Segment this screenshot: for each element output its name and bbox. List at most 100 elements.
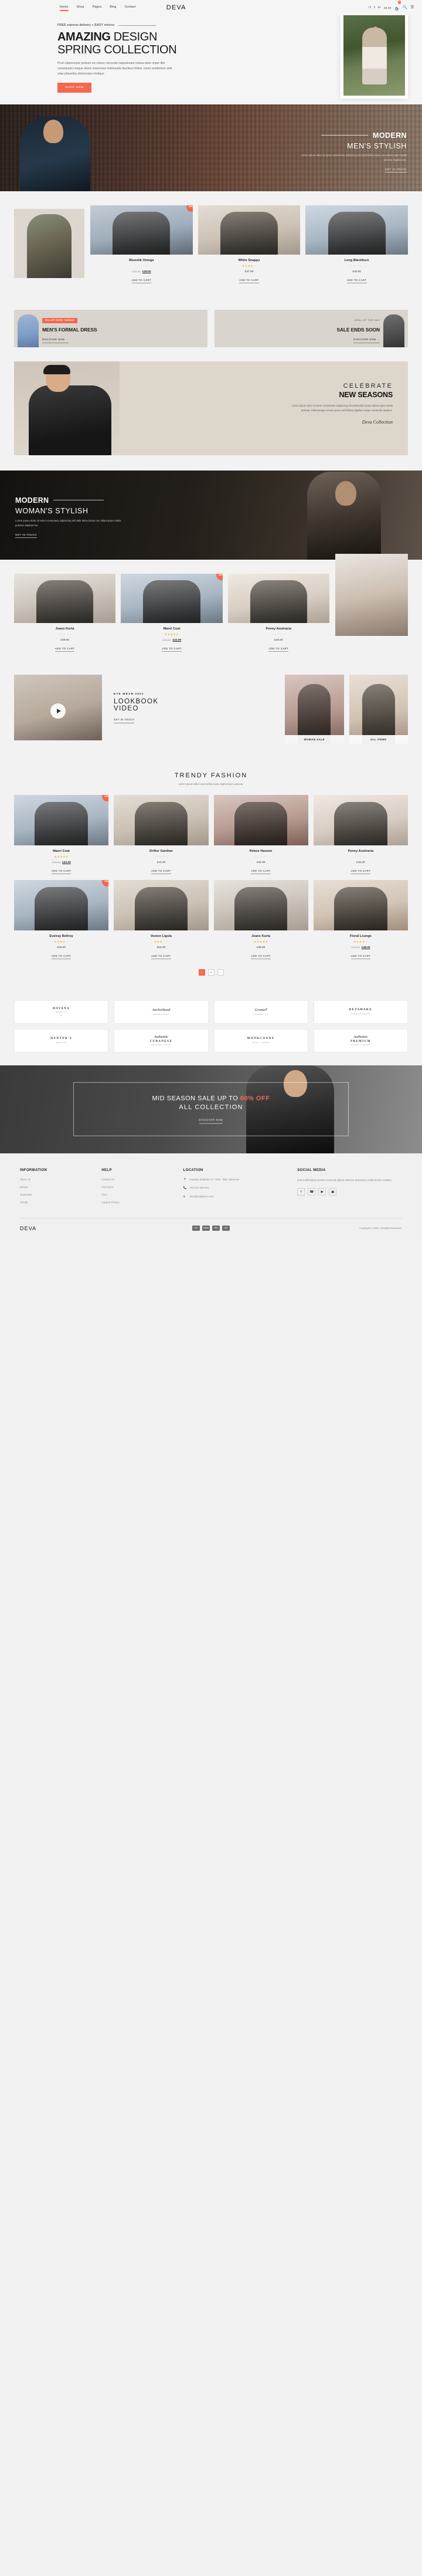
brand-logo[interactable]: Authentic PREMIUM QUALITY GOODS [313,1028,408,1052]
product-image[interactable]: Sale! [14,794,109,845]
product-image[interactable] [227,573,329,623]
brand-logo[interactable]: HAVANA WEAR CO 02 [14,1000,109,1024]
product-image[interactable] [213,879,308,930]
product-image[interactable] [14,573,116,623]
lookbook-card[interactable]: ALL ITEMS [349,674,408,744]
mid-season-cta[interactable]: DISCOVER NOW [199,1119,223,1124]
brand-logo[interactable]: MONKCOONE BAGS • SHOES [213,1028,308,1052]
brand-logos: HAVANA WEAR CO 02 Anchorhead ESTABLISHED Grom… [0,989,422,1065]
product-card[interactable]: Jeans Kurta ☆☆☆☆☆ £39.00 ADD TO CART [14,573,116,652]
brand-logo[interactable]: Authentic CUBANESE ORIGINAL SINCE [114,1028,209,1052]
product-card[interactable]: Penny Austracia ☆☆☆☆☆ £46.00 ADD TO CART [227,573,329,652]
product-card[interactable]: Long Blackhure ☆☆☆☆☆ £32.00 ADD TO CART [305,205,409,284]
promo-banner[interactable]: DEAL OF THE DAY SALE ENDS SOON DISCOVER NO… [215,309,408,347]
add-to-cart-button[interactable]: ADD TO CART [350,869,371,874]
nav-item-pages[interactable]: Pages [93,5,102,11]
brand-subtitle: PREMIUM BRAND [350,1012,371,1015]
footer-link[interactable]: Trends [20,1201,92,1204]
promo-cta[interactable]: DISCOVER NOW → [353,338,380,344]
twitter-icon[interactable]: 𝕥 [374,6,375,9]
play-icon[interactable] [50,703,66,719]
women-banner-cta[interactable]: GET IN TOUCH [15,533,37,539]
product-card[interactable]: Sale!Maori Coat★★★★★£50.00£42.00ADD TO C… [14,794,109,875]
brand-logo[interactable]: HUNTER'S WEAR CO [14,1028,109,1052]
brand-logo[interactable]: Gromell APPAREL CO [213,1000,308,1024]
product-card[interactable]: Jeans Kurta ★★★★★ £39.00 ADD TO CART [213,879,308,960]
product-price: £32.00 [352,270,362,273]
add-to-cart-button[interactable]: ADD TO CART [151,869,171,874]
add-to-cart-button[interactable]: ADD TO CART [151,954,171,959]
add-to-cart-button[interactable]: ADD TO CART [51,869,72,874]
product-card[interactable]: Penny Austracia ☆☆☆☆☆ £46.00 ADD TO CART [313,794,408,875]
facebook-icon[interactable]: f [368,6,371,9]
product-name: Jeans Kurta [55,627,74,631]
lookbook-video[interactable] [14,674,102,740]
brand-logo[interactable]: Anchorhead ESTABLISHED [114,1000,209,1024]
footer-link[interactable]: Guarantee [20,1193,92,1196]
product-card[interactable]: Veston Ligula ★★★☆☆ £52.00 ADD TO CART [114,879,209,960]
add-to-cart-button[interactable]: ADD TO CART [251,954,271,959]
product-image[interactable] [198,205,301,255]
add-to-cart-button[interactable]: ADD TO CART [239,279,259,283]
product-card[interactable]: Sale! Bluestik Omega ☆☆☆☆☆ £35.00£29.00 ADD … [90,205,193,284]
product-image[interactable]: Sale! [90,205,193,255]
product-image[interactable] [305,205,409,255]
promo-cta[interactable]: DISCOVER NOW → [42,338,69,344]
footer-phone[interactable]: +62 212-345-321 [190,1186,209,1190]
footer-link[interactable]: About Us [20,1178,92,1181]
nav-item-blog[interactable]: Blog [110,5,116,11]
nav-item-contact[interactable]: Contact [124,5,135,11]
shop-now-button[interactable]: SHOP NOW [57,82,92,93]
footer-link[interactable]: Term [101,1193,173,1196]
product-card[interactable]: Rebox Hansen ☆☆☆☆☆ £34.00 ADD TO CART [213,794,308,875]
page-button[interactable]: → [217,969,224,976]
product-image[interactable] [114,794,209,845]
footer-link[interactable]: Find Store [101,1186,173,1189]
search-icon[interactable]: 🔍 [403,6,407,9]
facebook-icon[interactable]: f [297,1188,305,1196]
lookbook-card[interactable]: WOMAN SALE [285,674,344,744]
product-card[interactable]: Floral Lounge ★★★★☆ £55.00 £48.00 ADD TO CAR… [313,879,408,960]
add-to-cart-button[interactable]: ADD TO CART [131,279,152,283]
footer-email[interactable]: deva@mailstore.com [190,1195,213,1199]
product-image[interactable]: Sale! [14,879,109,930]
site-logo[interactable]: DEVA [166,4,186,11]
lookbook-cta[interactable]: GET IN TOUCH [114,718,135,724]
add-to-cart-button[interactable]: ADD TO CART [55,647,75,652]
product-card[interactable]: Drifter Gardian ☆☆☆☆☆ £44.00 ADD TO CART [114,794,209,875]
youtube-icon[interactable]: ▶ [318,1188,326,1196]
footer-link[interactable]: Legal & Privacy [101,1201,173,1204]
linkedin-icon[interactable]: in [378,6,380,9]
product-image[interactable] [313,794,408,845]
page-button[interactable]: 1 [198,969,205,976]
product-image[interactable] [114,879,209,930]
product-image[interactable] [313,879,408,930]
nav-item-shop[interactable]: Shop [77,5,84,11]
promo-banner[interactable]: 50% OFF EVERY TUESDAY MEN'S FORMAL DRESS D… [14,309,207,347]
nav-item-home[interactable]: Home [60,5,69,11]
celebrate-image [14,361,120,455]
footer-link[interactable]: Contact Us [101,1178,173,1181]
men-banner-cta[interactable]: GET IN TOUCH [385,168,407,172]
footer-logo[interactable]: DEVA [20,1226,147,1231]
hamburger-icon[interactable]: ☰ [411,6,414,9]
product-card[interactable]: White Snappy ★★★★☆ £37.00 ADD TO CART [198,205,301,284]
product-rating: ☆☆☆☆☆ [134,264,149,268]
instagram-icon[interactable]: ▣ [329,1188,337,1196]
whatsapp-icon[interactable]: ☎ [308,1188,316,1196]
add-to-cart-button[interactable]: ADD TO CART [51,954,72,959]
footer-link[interactable]: Deliver [20,1186,92,1189]
product-card[interactable]: Sale!Maori Coat★★★★★£50.00£42.00ADD TO C… [121,573,223,652]
page-button[interactable]: 2 [207,969,215,976]
product-image[interactable]: Sale! [121,573,223,623]
product-card[interactable]: Sale! Evelray Bellroy ★★★★☆ £29.00 ADD TO CA… [14,879,109,960]
cart-button[interactable]: 🛍 0 [395,1,401,13]
hero-section: FREE express delivery + EASY returns AMA… [0,12,422,104]
add-to-cart-button[interactable]: ADD TO CART [350,954,371,959]
product-image[interactable] [213,794,308,845]
add-to-cart-button[interactable]: ADD TO CART [162,647,182,652]
add-to-cart-button[interactable]: ADD TO CART [268,647,289,652]
add-to-cart-button[interactable]: ADD TO CART [251,869,271,874]
brand-logo[interactable]: BETAWAKE PREMIUM BRAND [313,1000,408,1024]
add-to-cart-button[interactable]: ADD TO CART [346,279,367,283]
